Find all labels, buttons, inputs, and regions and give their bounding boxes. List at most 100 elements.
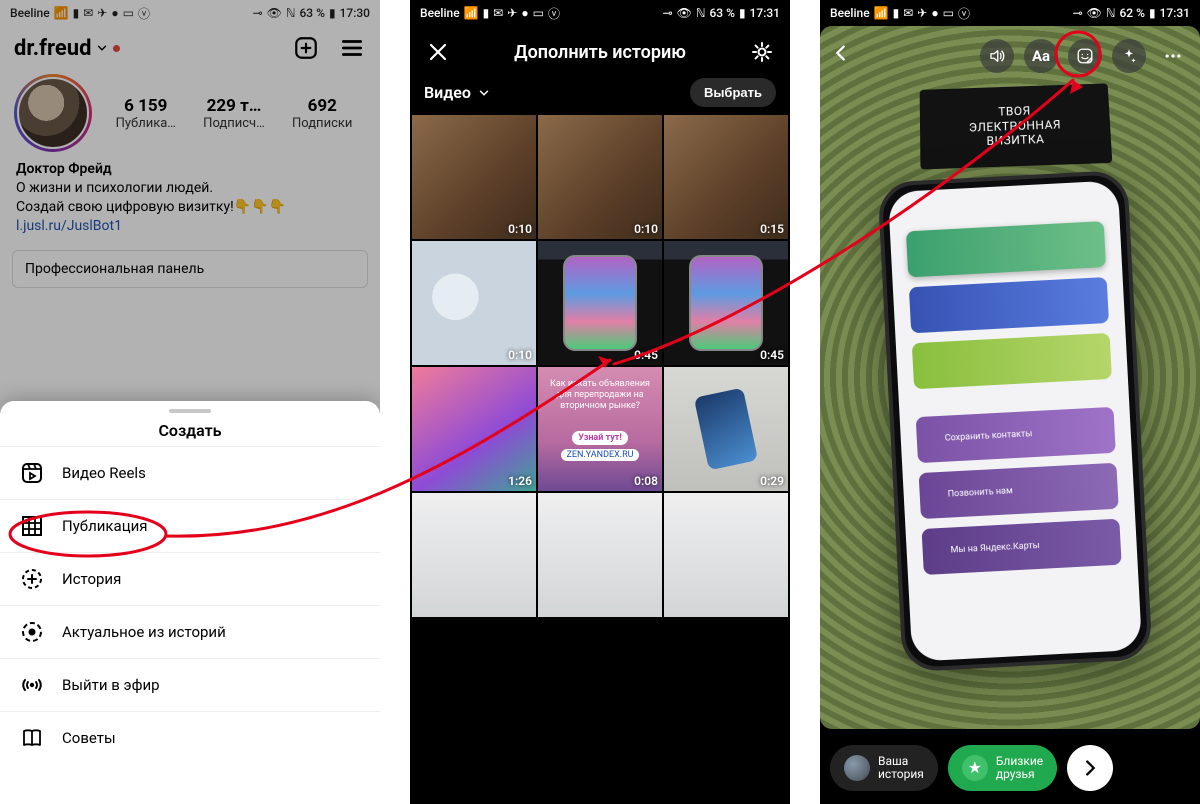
thumb-ad-pill: Узнай тут! bbox=[572, 431, 628, 445]
sheet-item-highlight[interactable]: Актуальное из историй bbox=[0, 605, 380, 658]
create-bottom-sheet: Создать Видео Reels Публикация История А… bbox=[0, 401, 380, 804]
album-dropdown[interactable]: Видео bbox=[424, 83, 491, 102]
back-button[interactable] bbox=[830, 42, 852, 70]
vk-icon: ⓥ bbox=[958, 5, 970, 22]
live-icon bbox=[20, 673, 44, 697]
effects-tool-button[interactable] bbox=[1112, 39, 1146, 73]
guide-icon bbox=[20, 726, 44, 750]
clock: 17:31 bbox=[1160, 6, 1190, 20]
settings-button[interactable] bbox=[748, 38, 776, 66]
more-tools-button[interactable] bbox=[1156, 39, 1190, 73]
select-multiple-button[interactable]: Выбрать bbox=[690, 78, 776, 107]
gallery-thumbnail[interactable]: 0:45 bbox=[538, 241, 662, 365]
msg-icon: ▭ bbox=[533, 6, 544, 20]
chevron-left-icon bbox=[830, 42, 852, 64]
story-plus-icon bbox=[20, 567, 44, 591]
sheet-item-live[interactable]: Выйти в эфир bbox=[0, 658, 380, 711]
gallery-thumbnail[interactable]: 0:15 bbox=[664, 115, 788, 239]
battery-percent: 63 % bbox=[709, 6, 734, 20]
grid-icon bbox=[20, 514, 44, 538]
eye-icon: 👁 bbox=[1087, 6, 1102, 20]
dots-icon bbox=[1163, 46, 1183, 66]
card-line: ТВОЯ bbox=[998, 104, 1031, 119]
thumbnail-duration: 0:10 bbox=[508, 348, 532, 362]
sheet-item-label: Публикация bbox=[62, 517, 147, 535]
speaker-icon bbox=[988, 47, 1006, 65]
sheet-item-label: Советы bbox=[62, 729, 116, 747]
sheet-drag-handle[interactable] bbox=[169, 409, 211, 413]
gallery-thumbnail[interactable]: 0:10 bbox=[412, 115, 536, 239]
chevron-right-icon bbox=[1079, 757, 1101, 779]
key-icon: ⊸ bbox=[1073, 6, 1083, 20]
thumbnail-duration: 0:15 bbox=[760, 222, 784, 236]
thumbnail-duration: 0:08 bbox=[634, 474, 658, 488]
gallery-thumbnail[interactable] bbox=[538, 493, 662, 617]
thumbnail-duration: 0:45 bbox=[634, 348, 658, 362]
mail-icon: ✉ bbox=[903, 6, 913, 20]
battery-icon: ▮ bbox=[1149, 6, 1156, 20]
thumbnail-duration: 1:26 bbox=[508, 474, 532, 488]
gallery-thumbnail[interactable]: 0:29 bbox=[664, 367, 788, 491]
bar-label: Сохранить контакты bbox=[944, 407, 1116, 462]
share-to-your-story-button[interactable]: Ваша история bbox=[830, 745, 938, 791]
sheet-item-label: Выйти в эфир bbox=[62, 676, 160, 694]
sheet-item-reels[interactable]: Видео Reels bbox=[0, 446, 380, 499]
msg-icon: ▭ bbox=[943, 6, 954, 20]
thumbnail-duration: 0:45 bbox=[760, 348, 784, 362]
share-to-close-friends-button[interactable]: ★ Близкие друзья bbox=[948, 745, 1057, 791]
sticker-tool-button[interactable] bbox=[1068, 39, 1102, 73]
carrier-label: Beeline bbox=[830, 6, 870, 20]
close-icon bbox=[426, 40, 450, 64]
screen-story-editor: Beeline 📶 ▮ ✉ ✈ ● ▭ ⓥ ⊸ 👁 ℕ 62 % ▮ 17:31… bbox=[820, 0, 1200, 804]
highlight-icon bbox=[20, 620, 44, 644]
sound-toggle-button[interactable] bbox=[980, 39, 1014, 73]
gallery-thumbnail[interactable]: Как искать объявления для перепродажи на… bbox=[538, 367, 662, 491]
signal-icon: ▮ bbox=[893, 6, 900, 20]
sheet-item-guide[interactable]: Советы bbox=[0, 711, 380, 764]
gallery-thumbnail[interactable] bbox=[412, 493, 536, 617]
text-tool-button[interactable]: Aa bbox=[1024, 39, 1058, 73]
next-button[interactable] bbox=[1067, 745, 1113, 791]
thumbnail-duration: 0:29 bbox=[760, 474, 784, 488]
gallery-thumbnail[interactable]: 1:26 bbox=[412, 367, 536, 491]
text-icon: Aa bbox=[1032, 47, 1050, 65]
card-line: ЭЛЕКТРОННАЯ bbox=[969, 117, 1062, 135]
mail-icon: ✉ bbox=[493, 6, 503, 20]
avatar-icon bbox=[844, 755, 870, 781]
notif-icon: ● bbox=[931, 6, 938, 20]
gallery-thumbnail[interactable] bbox=[664, 493, 788, 617]
gallery-thumbnail[interactable]: 0:10 bbox=[538, 115, 662, 239]
story-canvas[interactable]: ТВОЯ ЭЛЕКТРОННАЯ ВИЗИТКА Сохранить конта… bbox=[820, 26, 1200, 729]
sheet-item-label: История bbox=[62, 570, 121, 588]
telegram-icon: ✈ bbox=[917, 6, 927, 20]
chevron-down-icon bbox=[477, 86, 491, 100]
story-prop-card: ТВОЯ ЭЛЕКТРОННАЯ ВИЗИТКА bbox=[920, 83, 1113, 169]
sheet-item-post[interactable]: Публикация bbox=[0, 499, 380, 552]
sheet-item-story[interactable]: История bbox=[0, 552, 380, 605]
gallery-thumbnail[interactable]: 0:10 bbox=[412, 241, 536, 365]
star-icon: ★ bbox=[962, 755, 988, 781]
sticker-icon bbox=[1076, 47, 1094, 65]
thumbnail-duration: 0:10 bbox=[634, 222, 658, 236]
clock: 17:31 bbox=[750, 6, 780, 20]
bar-label: Позвонить нам bbox=[947, 463, 1119, 518]
chip-label: история bbox=[878, 768, 924, 781]
sheet-item-label: Видео Reels bbox=[62, 464, 146, 482]
thumb-ad-text: Как искать объявления для перепродажи на… bbox=[544, 379, 656, 411]
album-label: Видео bbox=[424, 83, 471, 102]
page-title: Дополнить историю bbox=[452, 42, 748, 63]
story-prop-phone: Сохранить контакты Позвонить нам Мы на Я… bbox=[877, 170, 1152, 672]
status-bar: Beeline 📶 ▮ ✉ ✈ ● ▭ ⓥ ⊸ 👁 ℕ 63 % ▮ 17:31 bbox=[410, 0, 790, 26]
battery-percent: 62 % bbox=[1119, 6, 1144, 20]
gallery-thumbnail[interactable]: 0:45 bbox=[664, 241, 788, 365]
sparkle-icon bbox=[1120, 47, 1138, 65]
thumbnail-duration: 0:10 bbox=[508, 222, 532, 236]
key-icon: ⊸ bbox=[663, 6, 673, 20]
sheet-item-label: Актуальное из историй bbox=[62, 623, 226, 641]
reels-icon bbox=[20, 461, 44, 485]
sheet-title: Создать bbox=[0, 421, 380, 440]
notif-icon: ● bbox=[521, 6, 528, 20]
close-button[interactable] bbox=[424, 38, 452, 66]
card-line: ВИЗИТКА bbox=[986, 132, 1044, 148]
chip-label: друзья bbox=[996, 768, 1043, 781]
